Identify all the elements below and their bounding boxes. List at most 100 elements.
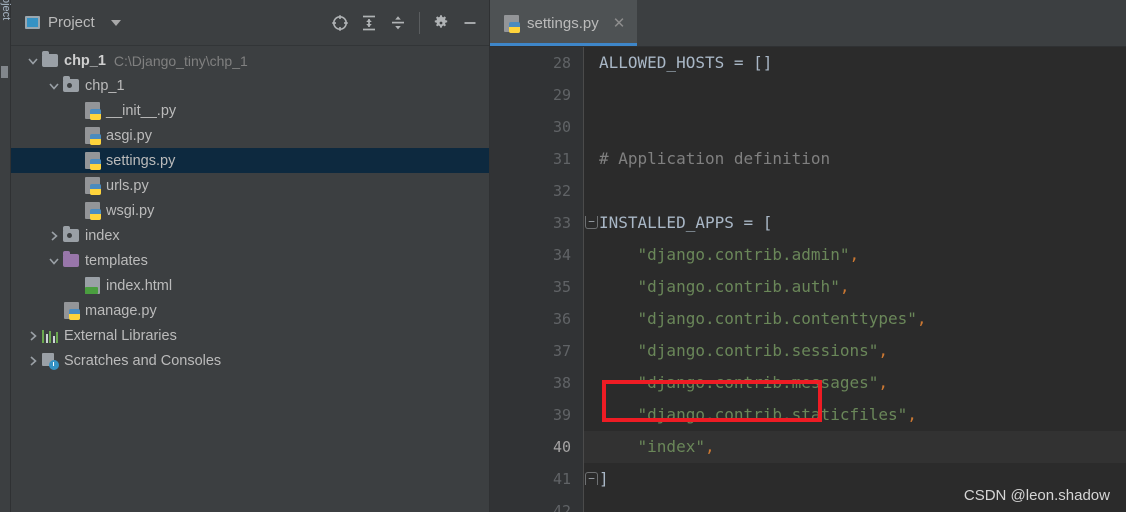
code-token-str: "index": [599, 437, 705, 456]
expand-all-icon[interactable]: [356, 10, 382, 36]
project-panel-actions: [327, 10, 483, 36]
line-number: 38: [552, 374, 571, 392]
tree-row-init-py[interactable]: __init__.py: [11, 98, 489, 123]
libraries-icon: [41, 327, 59, 345]
code-line[interactable]: [584, 175, 1126, 207]
tree-row-label: chp_1: [85, 77, 125, 94]
tree-row-external-libraries[interactable]: External Libraries: [11, 323, 489, 348]
code-token-comma: ,: [916, 309, 927, 328]
tab-bar-empty-space: [637, 0, 1126, 46]
tree-row-templates[interactable]: templates: [11, 248, 489, 273]
folder-module-icon: [62, 76, 80, 95]
code-line[interactable]: ALLOWED_HOSTS = []: [584, 47, 1126, 79]
chevron-right-icon[interactable]: [46, 223, 62, 248]
tree-row-settings-py[interactable]: settings.py: [11, 148, 489, 173]
gear-icon[interactable]: [428, 10, 454, 36]
tree-twisty-empty: [67, 98, 83, 123]
code-token-plain: ]: [599, 469, 609, 488]
chevron-right-icon[interactable]: [25, 348, 41, 373]
fold-end-icon[interactable]: −: [585, 472, 598, 485]
tree-row-chp-1[interactable]: chp_1: [11, 73, 489, 98]
line-number: 32: [552, 182, 571, 200]
code-token-comment: # Application definition: [599, 149, 831, 168]
tree-row-index[interactable]: index: [11, 223, 489, 248]
ide-window: Project Project chp_1 C:\Django_tiny\chp…: [0, 0, 1126, 512]
code-token-plain: ALLOWED_HOSTS = []: [599, 53, 773, 72]
editor-tab-bar: settings.py ✕: [490, 0, 1126, 47]
project-window-icon: [25, 16, 40, 29]
tool-window-button[interactable]: [1, 66, 8, 78]
tree-twisty-empty: [67, 198, 83, 223]
tree-row-chp-1-root[interactable]: chp_1 C:\Django_tiny\chp_1: [11, 48, 489, 73]
code-line[interactable]: [584, 111, 1126, 143]
code-line[interactable]: "django.contrib.auth",: [584, 271, 1126, 303]
python-file-icon: [83, 152, 101, 170]
folder-icon: [41, 51, 59, 70]
tree-twisty-empty: [67, 148, 83, 173]
project-panel-title: Project: [48, 14, 95, 31]
editor-body: 28 29 30 31 32 33 34 35 36 37 38 39 40 41 42 ALLOWED_H…: [490, 47, 1126, 512]
select-opened-file-icon[interactable]: [327, 10, 353, 36]
code-line[interactable]: INSTALLED_APPS = [: [584, 207, 1126, 239]
python-file-icon: [83, 202, 101, 220]
code-token-comma: ,: [878, 341, 888, 360]
line-number: 28: [552, 54, 571, 72]
editor-gutter[interactable]: 28 29 30 31 32 33 34 35 36 37 38 39 40 41 42: [490, 47, 584, 512]
fold-collapse-icon[interactable]: −: [585, 216, 598, 229]
close-icon[interactable]: ✕: [613, 16, 626, 31]
tree-row-urls-py[interactable]: urls.py: [11, 173, 489, 198]
line-number: 42: [552, 502, 571, 512]
tree-row-label: __init__.py: [106, 102, 177, 119]
project-title-group[interactable]: Project: [25, 14, 121, 31]
code-token-comma: ,: [704, 437, 715, 456]
code-line[interactable]: [584, 79, 1126, 111]
code-token-str: "django.contrib.staticfiles": [599, 405, 908, 424]
python-file-icon: [83, 102, 101, 120]
code-area[interactable]: ALLOWED_HOSTS = [] # Application definiti…: [584, 47, 1126, 512]
python-file-icon: [83, 127, 101, 145]
code-line[interactable]: "django.contrib.admin",: [584, 239, 1126, 271]
code-line[interactable]: "index",: [584, 431, 1126, 463]
tree-row-asgi-py[interactable]: asgi.py: [11, 123, 489, 148]
line-number: 34: [552, 246, 571, 264]
code-line[interactable]: "django.contrib.sessions",: [584, 335, 1126, 367]
left-tool-strip: Project: [0, 0, 12, 512]
project-panel: Project chp_1 C:\Django_tiny\chp_1 chp_1…: [11, 0, 490, 512]
code-token-comma: ,: [839, 277, 850, 296]
code-line[interactable]: "django.contrib.staticfiles",: [584, 399, 1126, 431]
chevron-down-icon[interactable]: [25, 48, 41, 73]
code-token-str: "django.contrib.admin": [599, 245, 850, 264]
code-token-comma: ,: [878, 373, 888, 392]
tab-settings-py[interactable]: settings.py ✕: [490, 0, 638, 46]
code-line[interactable]: "django.contrib.messages",: [584, 367, 1126, 399]
code-line[interactable]: "django.contrib.contenttypes",: [584, 303, 1126, 335]
tree-row-scratches-and-consoles[interactable]: Scratches and Consoles: [11, 348, 489, 373]
line-number: 39: [552, 406, 571, 424]
code-token-str: "django.contrib.contenttypes": [599, 309, 917, 328]
tree-row-manage-py[interactable]: manage.py: [11, 298, 489, 323]
tree-row-wsgi-py[interactable]: wsgi.py: [11, 198, 489, 223]
line-number: 35: [552, 278, 571, 296]
tree-twisty-empty: [67, 273, 83, 298]
line-number: 30: [552, 118, 571, 136]
tab-label: settings.py: [527, 14, 599, 32]
tree-twisty-empty: [46, 298, 62, 323]
folder-module-icon: [62, 226, 80, 245]
code-token-comma: ,: [907, 405, 917, 424]
tree-row-label: urls.py: [106, 177, 149, 194]
code-token-str: "django.contrib.auth": [599, 277, 840, 296]
project-tree[interactable]: chp_1 C:\Django_tiny\chp_1 chp_1 __init__.p…: [11, 46, 489, 512]
collapse-all-icon[interactable]: [385, 10, 411, 36]
line-number: 41: [552, 470, 571, 488]
chevron-down-icon[interactable]: [46, 73, 62, 98]
chevron-down-icon[interactable]: [46, 248, 62, 273]
chevron-down-icon[interactable]: [110, 19, 121, 26]
code-line[interactable]: # Application definition: [584, 143, 1126, 175]
tree-row-index-html[interactable]: index.html: [11, 273, 489, 298]
minimize-icon[interactable]: [457, 10, 483, 36]
chevron-right-icon[interactable]: [25, 323, 41, 348]
code-token-str: "django.contrib.sessions": [599, 341, 879, 360]
tree-twisty-empty: [67, 173, 83, 198]
html-file-icon: [83, 277, 101, 295]
code-token-comma: ,: [849, 245, 860, 264]
